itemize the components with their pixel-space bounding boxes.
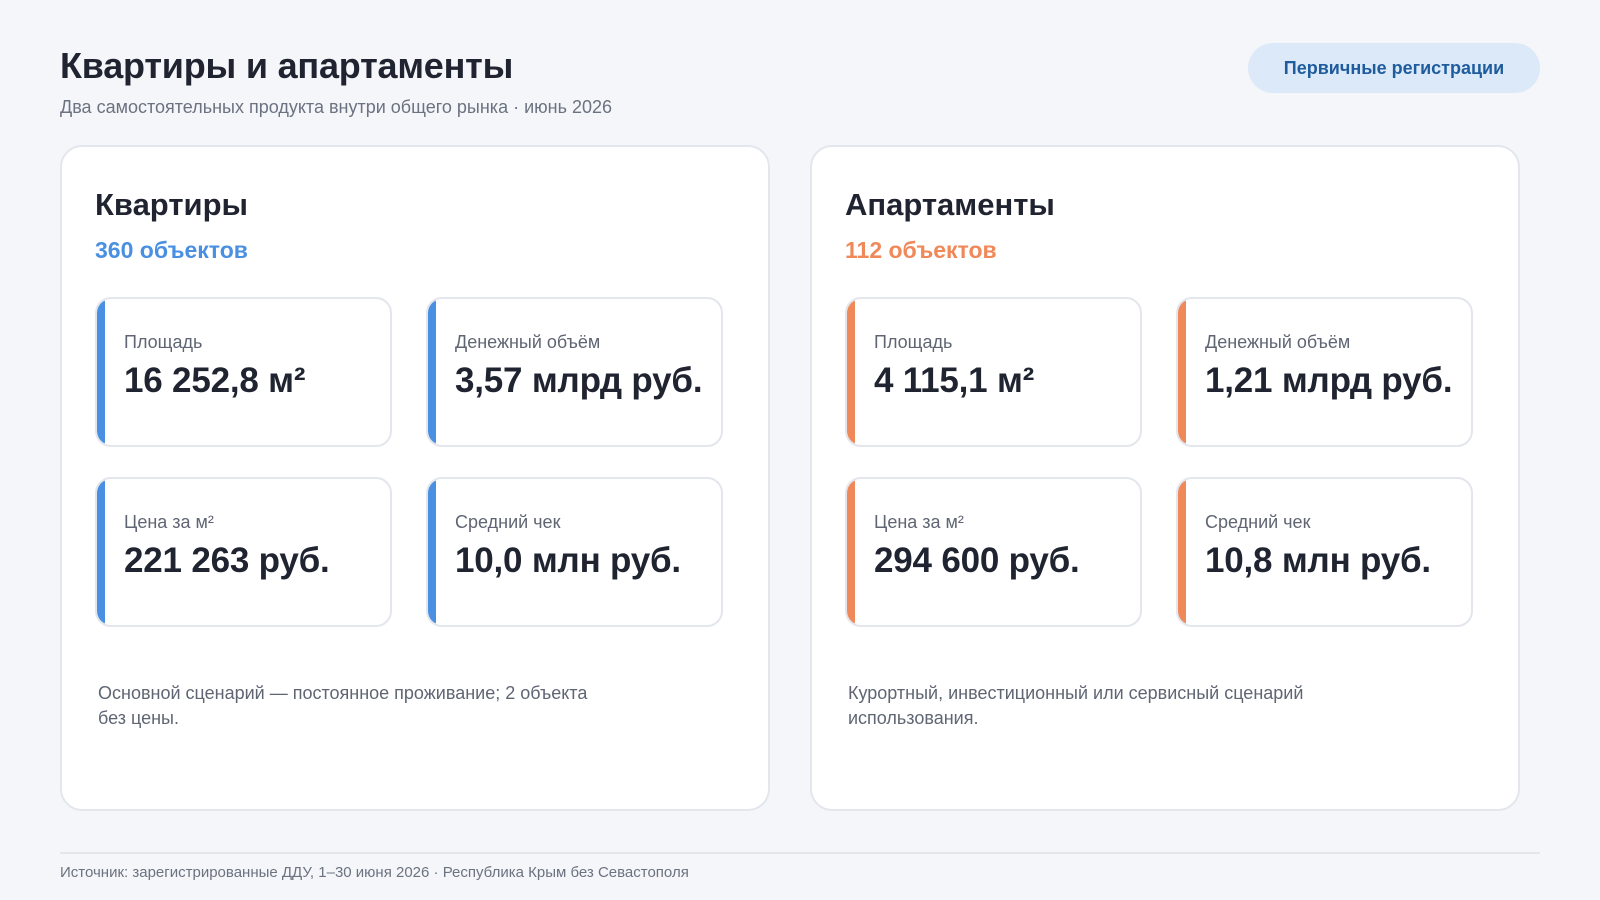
apartments-average-check-card: Средний чек 10,8 млн руб. [1176, 477, 1473, 627]
flats-area-card: Площадь 16 252,8 м² [95, 297, 392, 447]
metric-value: 16 252,8 м² [124, 361, 306, 400]
flats-note: Основной сценарий — постоянное проживани… [98, 683, 588, 728]
accent-stripe [428, 479, 436, 625]
flats-average-check-card: Средний чек 10,0 млн руб. [426, 477, 723, 627]
flats-price-per-m2-card: Цена за м² 221 263 руб. [95, 477, 392, 627]
metric-value: 294 600 руб. [874, 541, 1080, 580]
apartments-price-per-m2-card: Цена за м² 294 600 руб. [845, 477, 1142, 627]
metric-label: Средний чек [455, 512, 561, 532]
metric-value: 221 263 руб. [124, 541, 330, 580]
apartments-money-volume-card: Денежный объём 1,21 млрд руб. [1176, 297, 1473, 447]
page-header: Квартиры и апартаменты Два самостоятельн… [60, 43, 1540, 124]
metric-value: 4 115,1 м² [874, 361, 1035, 400]
apartments-count: 112 объектов [845, 237, 997, 263]
metric-label: Цена за м² [874, 512, 964, 532]
metric-label: Площадь [124, 332, 203, 352]
metric-value: 3,57 млрд руб. [455, 361, 703, 400]
apartments-panel-title: Апартаменты [845, 187, 1055, 222]
apartments-area-card: Площадь 4 115,1 м² [845, 297, 1142, 447]
accent-stripe [97, 479, 105, 625]
flats-money-volume-card: Денежный объём 3,57 млрд руб. [426, 297, 723, 447]
accent-stripe [428, 299, 436, 445]
metric-value: 1,21 млрд руб. [1205, 361, 1453, 400]
metric-value: 10,0 млн руб. [455, 541, 681, 580]
metric-label: Площадь [874, 332, 953, 352]
accent-stripe [1178, 299, 1186, 445]
apartments-note: Курортный, инвестиционный или сервисный … [848, 683, 1304, 728]
accent-stripe [847, 299, 855, 445]
accent-stripe [1178, 479, 1186, 625]
flats-count: 360 объектов [95, 237, 248, 263]
metric-label: Средний чек [1205, 512, 1311, 532]
accent-stripe [847, 479, 855, 625]
accent-stripe [97, 299, 105, 445]
page-subtitle: Два самостоятельных продукта внутри обще… [60, 97, 612, 117]
apartments-panel: Апартаменты 112 объектов Площадь 4 115,1… [810, 145, 1520, 811]
metric-label: Цена за м² [124, 512, 214, 532]
flats-panel-title: Квартиры [95, 187, 248, 222]
footer-divider [60, 852, 1540, 854]
primary-registrations-button[interactable]: Первичные регистрации [1248, 43, 1540, 93]
source-footnote: Источник: зарегистрированные ДДУ, 1–30 и… [60, 864, 689, 881]
flats-panel: Квартиры 360 объектов Площадь 16 252,8 м… [60, 145, 770, 811]
metric-label: Денежный объём [1205, 332, 1351, 352]
metric-value: 10,8 млн руб. [1205, 541, 1431, 580]
metric-label: Денежный объём [455, 332, 601, 352]
